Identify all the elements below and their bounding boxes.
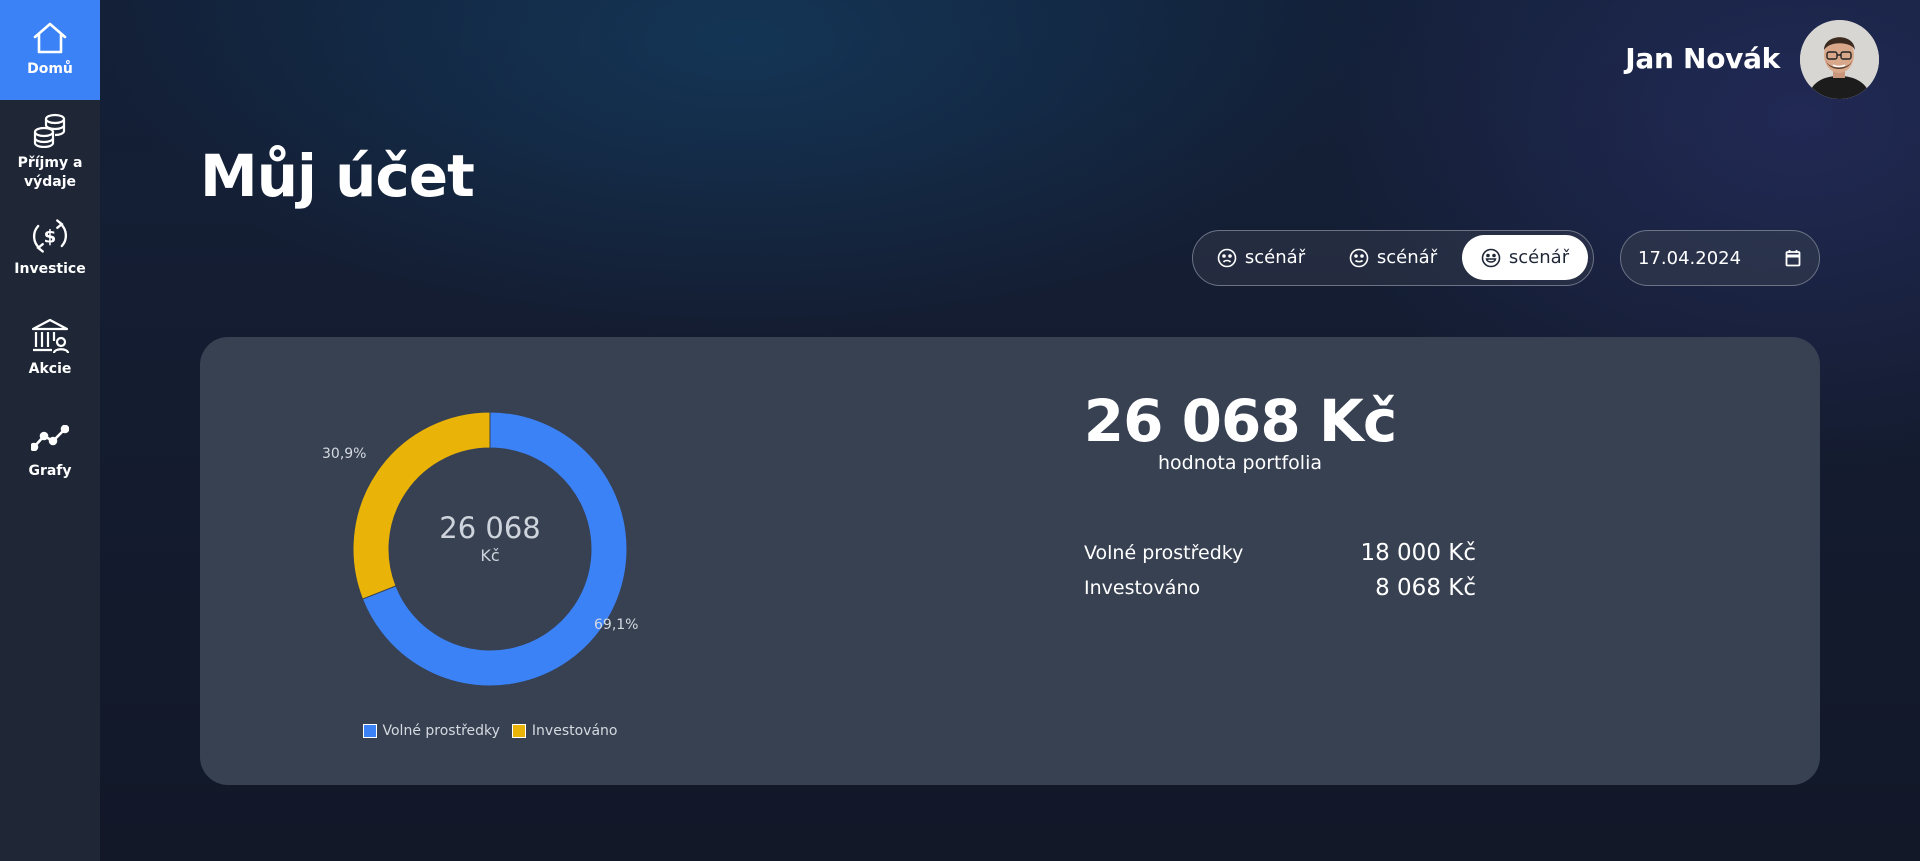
scenario-label: scénář [1376, 247, 1438, 268]
stat-value: 8 068 Kč [1375, 575, 1476, 601]
line-chart-icon [30, 418, 70, 458]
legend-label: Investováno [531, 723, 618, 739]
portfolio-card: 26 068 Kč 30,9% 69,1% Volné prostředky I… [200, 337, 1820, 785]
scenario-optimistic-button[interactable]: scénář [1462, 235, 1588, 280]
sidebar-item-income-expenses[interactable]: Příjmy a výdaje [0, 110, 100, 192]
svg-text:$: $ [44, 226, 57, 247]
scenario-label: scénář [1244, 247, 1306, 268]
legend-swatch [511, 724, 526, 738]
slice-label-investovano: 30,9% [322, 446, 367, 462]
avatar[interactable] [1800, 20, 1879, 99]
sidebar-item-label: Domů [27, 61, 73, 77]
happy-face-icon [1481, 248, 1501, 268]
sidebar-item-investments[interactable]: $ Investice [0, 216, 100, 279]
stat-row-invested: Investováno 8 068 Kč [1084, 575, 1476, 607]
legend-item[interactable]: Investováno [511, 723, 618, 739]
sidebar-item-charts[interactable]: Grafy [0, 418, 100, 481]
chart-center-unit: Kč [480, 546, 500, 565]
bank-icon [30, 316, 70, 356]
stat-value: 18 000 Kč [1360, 540, 1476, 566]
user-name: Jan Novák [1625, 42, 1780, 75]
chart-center-value: 26 068 [439, 511, 541, 545]
sad-face-icon [1217, 248, 1237, 268]
slice-label-volne: 69,1% [594, 617, 639, 633]
donut-slice-1[interactable] [352, 411, 491, 600]
sidebar-item-home[interactable]: Domů [0, 0, 100, 100]
legend-swatch [362, 724, 377, 738]
page-title: Můj účet [200, 142, 475, 210]
legend-item[interactable]: Volné prostředky [362, 723, 500, 739]
sidebar-item-label: Investice [14, 261, 86, 277]
scenario-pessimistic-button[interactable]: scénář [1198, 235, 1324, 280]
chart-legend: Volné prostředky Investováno [340, 723, 640, 739]
scenario-label: scénář [1508, 247, 1570, 268]
scenario-toggle: scénář scénář scénář [1192, 230, 1594, 286]
stat-label: Volné prostředky [1084, 542, 1244, 564]
donut-chart: 26 068 Kč 30,9% 69,1% [322, 399, 640, 699]
stat-row-free-funds: Volné prostředky 18 000 Kč [1084, 540, 1476, 572]
portfolio-total: 26 068 Kč [1083, 387, 1398, 455]
legend-label: Volné prostředky [382, 723, 500, 739]
date-input[interactable]: 17.04.2024 [1620, 230, 1820, 286]
coins-icon [30, 110, 70, 150]
sidebar-item-stocks[interactable]: Akcie [0, 316, 100, 379]
sidebar-item-label: Akcie [28, 361, 72, 377]
calendar-icon[interactable] [1785, 249, 1801, 272]
date-value: 17.04.2024 [1638, 247, 1742, 269]
dollar-cycle-icon: $ [30, 216, 70, 256]
scenario-neutral-button[interactable]: scénář [1330, 235, 1456, 280]
home-icon [30, 18, 70, 58]
neutral-face-icon [1349, 248, 1369, 268]
sidebar: Domů Příjmy a výdaje $ Investice Akcie G… [0, 0, 100, 861]
sidebar-item-label: Příjmy a výdaje [17, 155, 83, 190]
stat-label: Investováno [1084, 577, 1201, 599]
sidebar-item-label: Grafy [28, 463, 72, 479]
portfolio-caption: hodnota portfolia [1158, 452, 1322, 474]
